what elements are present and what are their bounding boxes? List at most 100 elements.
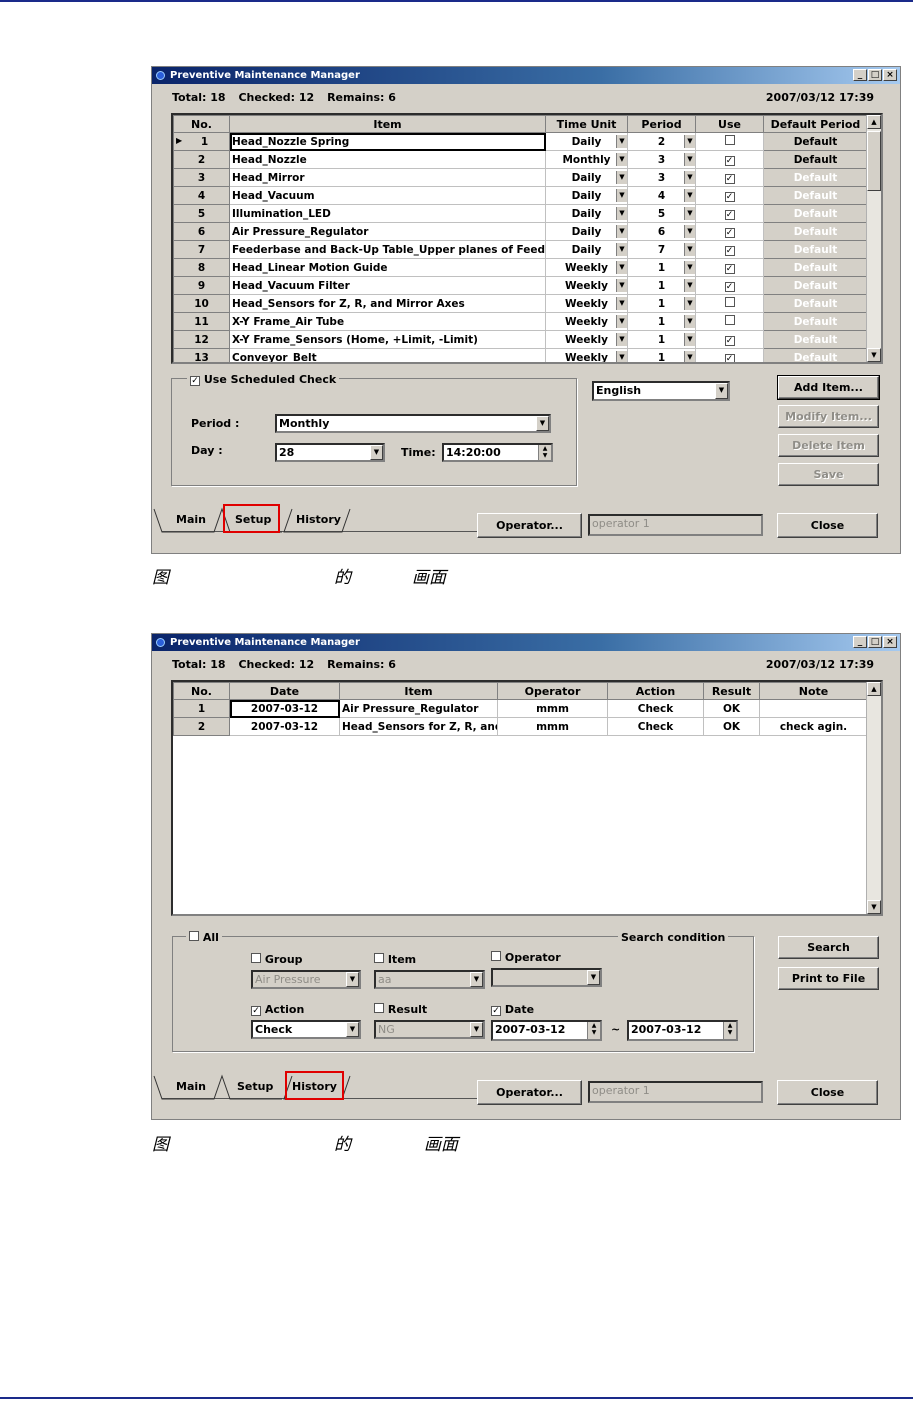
default-period-button[interactable]: Default <box>763 294 868 313</box>
time-unit-cell[interactable]: Weekly ▼ <box>545 330 628 349</box>
column-header[interactable]: Operator <box>497 682 608 700</box>
use-cell[interactable]: ✓ <box>695 258 764 277</box>
use-checkbox[interactable]: ✓ <box>724 155 735 166</box>
table-row[interactable]: 11 X-Y Frame_Air Tube Weekly ▼ 1 ▼ Default <box>173 312 868 331</box>
item-cell[interactable]: X-Y Frame_Sensors (Home, +Limit, -Limit) <box>229 330 546 349</box>
tab-main[interactable]: Main <box>176 513 206 526</box>
default-period-button[interactable]: Default <box>763 276 868 295</box>
operator-checkbox[interactable] <box>491 951 501 961</box>
use-cell[interactable]: ✓ <box>695 240 764 259</box>
date-cell[interactable]: 2007-03-12 <box>229 699 340 718</box>
group-checkbox[interactable] <box>251 953 261 963</box>
all-checkbox[interactable] <box>189 931 199 941</box>
add-item-button[interactable]: Add Item... <box>777 375 880 400</box>
table-row[interactable]: 12 X-Y Frame_Sensors (Home, +Limit, -Limi… <box>173 330 868 349</box>
default-period-button[interactable]: Default <box>763 330 868 349</box>
operator-select[interactable]: ▼ <box>491 968 602 987</box>
maximize-icon[interactable]: □ <box>868 69 882 81</box>
column-header[interactable]: Use <box>695 115 764 133</box>
operator-button[interactable]: Operator... <box>477 513 582 538</box>
use-checkbox[interactable]: ✓ <box>724 245 735 256</box>
period-cell[interactable]: 1 ▼ <box>627 348 696 362</box>
column-header[interactable]: Default Period <box>763 115 868 133</box>
language-select[interactable]: English ▼ <box>592 381 730 401</box>
use-checkbox[interactable]: ✓ <box>724 209 735 220</box>
default-period-button[interactable]: Default <box>763 204 868 223</box>
item-cell[interactable]: Head_Vacuum <box>229 186 546 205</box>
item-cell[interactable]: Air Pressure_Regulator <box>229 222 546 241</box>
close-icon[interactable]: × <box>883 69 897 81</box>
date-toggle[interactable]: ✓ Date <box>491 1003 534 1016</box>
table-row[interactable]: 7 Feederbase and Back-Up Table_Upper plan… <box>173 240 868 259</box>
period-cell[interactable]: 4 ▼ <box>627 186 696 205</box>
use-cell[interactable]: ✓ <box>695 348 764 362</box>
default-period-button[interactable]: Default <box>763 222 868 241</box>
scheduled-checkbox[interactable]: ✓ <box>190 376 200 386</box>
action-cell[interactable]: Check <box>607 717 704 736</box>
action-cell[interactable]: Check <box>607 699 704 718</box>
item-cell[interactable]: Head_Vacuum Filter <box>229 276 546 295</box>
use-checkbox[interactable] <box>724 135 735 145</box>
column-header[interactable]: Time Unit <box>545 115 628 133</box>
setup-grid-scrollbar[interactable]: ▲ ▼ <box>866 115 881 362</box>
use-checkbox[interactable]: ✓ <box>724 281 735 292</box>
default-period-button[interactable]: Default <box>763 132 868 151</box>
maximize-icon[interactable]: □ <box>868 636 882 648</box>
note-cell[interactable] <box>759 699 868 718</box>
item-cell[interactable]: Feederbase and Back-Up Table_Upper plane… <box>229 240 546 259</box>
table-row[interactable]: 13 Conveyor_Belt Weekly ▼ 1 ▼ ✓ Default <box>173 348 868 362</box>
use-cell[interactable]: ✓ <box>695 186 764 205</box>
table-row[interactable]: 8 Head_Linear Motion Guide Weekly ▼ 1 ▼ ✓ Defau… <box>173 258 868 277</box>
use-checkbox[interactable] <box>724 297 735 307</box>
column-header[interactable]: No. <box>173 115 230 133</box>
period-select[interactable]: Monthly ▼ <box>275 414 551 433</box>
period-cell[interactable]: 1 ▼ <box>627 312 696 331</box>
column-header[interactable]: Item <box>339 682 498 700</box>
column-header[interactable]: Period <box>627 115 696 133</box>
use-cell[interactable]: ✓ <box>695 204 764 223</box>
period-cell[interactable]: 1 ▼ <box>627 276 696 295</box>
use-cell[interactable] <box>695 294 764 313</box>
use-cell[interactable] <box>695 132 764 151</box>
history-grid[interactable]: No. Date Item Operator Action Result Note 1 200… <box>171 680 883 916</box>
time-unit-cell[interactable]: Weekly ▼ <box>545 276 628 295</box>
scroll-down-icon[interactable]: ▼ <box>867 900 881 914</box>
table-row[interactable]: 2 Head_Nozzle Monthly ▼ 3 ▼ ✓ Default <box>173 150 868 169</box>
date-checkbox[interactable]: ✓ <box>491 1006 501 1016</box>
item-checkbox[interactable] <box>374 953 384 963</box>
default-period-button[interactable]: Default <box>763 258 868 277</box>
table-row[interactable]: 1 2007-03-12 Air Pressure_Regulator mmm Chec… <box>173 699 868 718</box>
item-cell[interactable]: Air Pressure_Regulator <box>339 699 498 718</box>
result-toggle[interactable]: Result <box>374 1003 427 1016</box>
table-row[interactable]: 3 Head_Mirror Daily ▼ 3 ▼ ✓ Default <box>173 168 868 187</box>
tab-history[interactable]: History <box>296 513 341 526</box>
close-button[interactable]: Close <box>777 1080 878 1105</box>
use-cell[interactable]: ✓ <box>695 150 764 169</box>
time-unit-cell[interactable]: Daily ▼ <box>545 186 628 205</box>
default-period-button[interactable]: Default <box>763 240 868 259</box>
use-cell[interactable]: ✓ <box>695 330 764 349</box>
time-unit-cell[interactable]: Daily ▼ <box>545 204 628 223</box>
period-cell[interactable]: 7 ▼ <box>627 240 696 259</box>
result-select[interactable]: NG ▼ <box>374 1020 485 1039</box>
delete-item-button[interactable]: Delete Item <box>778 434 879 457</box>
table-row[interactable]: 6 Air Pressure_Regulator Daily ▼ 6 ▼ ✓ Default <box>173 222 868 241</box>
period-cell[interactable]: 1 ▼ <box>627 330 696 349</box>
table-row[interactable]: 10 Head_Sensors for Z, R, and Mirror Axes… <box>173 294 868 313</box>
print-to-file-button[interactable]: Print to File <box>778 967 879 990</box>
use-cell[interactable]: ✓ <box>695 168 764 187</box>
note-cell[interactable]: check agin. <box>759 717 868 736</box>
close-button[interactable]: Close <box>777 513 878 538</box>
default-period-button[interactable]: Default <box>763 186 868 205</box>
default-period-button[interactable]: Default <box>763 168 868 187</box>
column-header[interactable]: Item <box>229 115 546 133</box>
period-cell[interactable]: 6 ▼ <box>627 222 696 241</box>
close-icon[interactable]: × <box>883 636 897 648</box>
action-checkbox[interactable]: ✓ <box>251 1006 261 1016</box>
operator-cell[interactable]: mmm <box>497 699 608 718</box>
item-cell[interactable]: Head_Mirror <box>229 168 546 187</box>
time-spinner[interactable]: 14:20:00 ▲ ▼ <box>442 443 553 462</box>
operator-button[interactable]: Operator... <box>477 1080 582 1105</box>
time-unit-cell[interactable]: Weekly ▼ <box>545 258 628 277</box>
day-select[interactable]: 28 ▼ <box>275 443 385 462</box>
